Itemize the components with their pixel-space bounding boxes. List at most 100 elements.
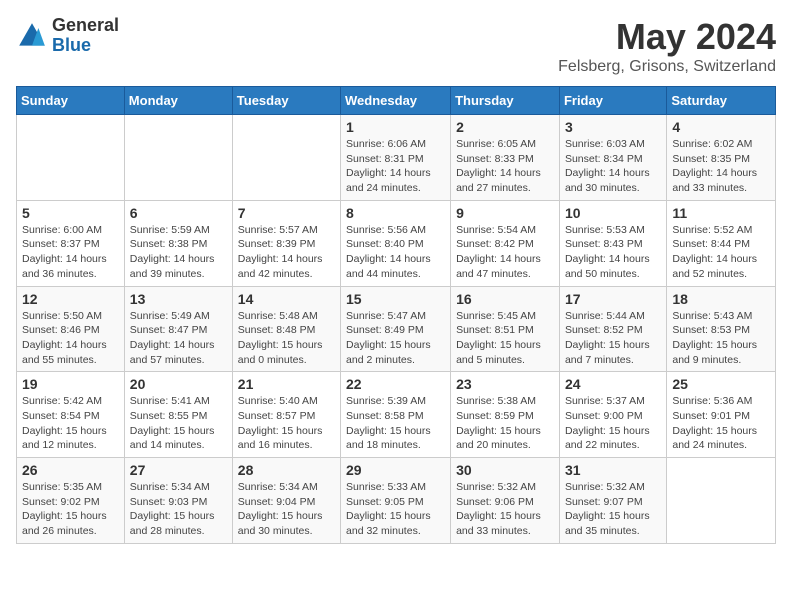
day-number: 28: [238, 462, 335, 478]
day-header-wednesday: Wednesday: [341, 87, 451, 115]
day-info: Sunrise: 5:53 AMSunset: 8:43 PMDaylight:…: [565, 223, 661, 282]
day-info: Sunrise: 5:50 AMSunset: 8:46 PMDaylight:…: [22, 309, 119, 368]
calendar-cell: 24 Sunrise: 5:37 AMSunset: 9:00 PMDayligh…: [559, 372, 666, 458]
day-info: Sunrise: 5:42 AMSunset: 8:54 PMDaylight:…: [22, 394, 119, 453]
calendar-cell: 18Sunrise: 5:43 AMSunset: 8:53 PMDayligh…: [667, 286, 776, 372]
day-header-thursday: Thursday: [451, 87, 560, 115]
day-number: 24: [565, 376, 661, 392]
day-info: Sunrise: 5:39 AMSunset: 8:58 PMDaylight:…: [346, 394, 445, 453]
month-title: May 2024: [558, 16, 776, 58]
day-number: 15: [346, 291, 445, 307]
calendar-cell: 25 Sunrise: 5:36 AMSunset: 9:01 PMDayligh…: [667, 372, 776, 458]
day-info: Sunrise: 5:44 AMSunset: 8:52 PMDaylight:…: [565, 309, 661, 368]
calendar-cell: 7 Sunrise: 5:57 AMSunset: 8:39 PMDaylight…: [232, 200, 340, 286]
day-number: 19: [22, 376, 119, 392]
day-number: 11: [672, 205, 770, 221]
calendar-week-5: 26 Sunrise: 5:35 AMSunset: 9:02 PMDayligh…: [17, 458, 776, 544]
day-number: 23: [456, 376, 554, 392]
calendar-table: SundayMondayTuesdayWednesdayThursdayFrid…: [16, 86, 776, 544]
calendar-cell: 15 Sunrise: 5:47 AMSunset: 8:49 PMDayligh…: [341, 286, 451, 372]
calendar-week-4: 19 Sunrise: 5:42 AMSunset: 8:54 PMDayligh…: [17, 372, 776, 458]
day-number: 21: [238, 376, 335, 392]
day-info: Sunrise: 6:05 AMSunset: 8:33 PMDaylight:…: [456, 137, 554, 196]
day-number: 13: [130, 291, 227, 307]
calendar-week-1: 1Sunrise: 6:06 AMSunset: 8:31 PMDaylight…: [17, 115, 776, 201]
day-number: 18: [672, 291, 770, 307]
day-number: 22: [346, 376, 445, 392]
day-info: Sunrise: 5:52 AMSunset: 8:44 PMDaylight:…: [672, 223, 770, 282]
day-info: Sunrise: 5:33 AMSunset: 9:05 PMDaylight:…: [346, 480, 445, 539]
day-number: 29: [346, 462, 445, 478]
day-number: 9: [456, 205, 554, 221]
day-info: Sunrise: 5:40 AMSunset: 8:57 PMDaylight:…: [238, 394, 335, 453]
day-info: Sunrise: 5:54 AMSunset: 8:42 PMDaylight:…: [456, 223, 554, 282]
day-info: Sunrise: 5:59 AMSunset: 8:38 PMDaylight:…: [130, 223, 227, 282]
day-number: 12: [22, 291, 119, 307]
day-info: Sunrise: 5:32 AMSunset: 9:07 PMDaylight:…: [565, 480, 661, 539]
day-info: Sunrise: 5:56 AMSunset: 8:40 PMDaylight:…: [346, 223, 445, 282]
day-number: 4: [672, 119, 770, 135]
calendar-cell: 22 Sunrise: 5:39 AMSunset: 8:58 PMDayligh…: [341, 372, 451, 458]
day-header-sunday: Sunday: [17, 87, 125, 115]
logo-general: General: [52, 16, 119, 36]
day-header-friday: Friday: [559, 87, 666, 115]
day-info: Sunrise: 5:48 AMSunset: 8:48 PMDaylight:…: [238, 309, 335, 368]
day-info: Sunrise: 6:00 AMSunset: 8:37 PMDaylight:…: [22, 223, 119, 282]
calendar-cell: [17, 115, 125, 201]
day-number: 30: [456, 462, 554, 478]
logo-blue: Blue: [52, 36, 119, 56]
day-info: Sunrise: 5:37 AMSunset: 9:00 PMDaylight:…: [565, 394, 661, 453]
day-info: Sunrise: 5:36 AMSunset: 9:01 PMDaylight:…: [672, 394, 770, 453]
day-info: Sunrise: 5:34 AMSunset: 9:04 PMDaylight:…: [238, 480, 335, 539]
day-number: 27: [130, 462, 227, 478]
calendar-cell: 13 Sunrise: 5:49 AMSunset: 8:47 PMDayligh…: [124, 286, 232, 372]
day-number: 14: [238, 291, 335, 307]
calendar-cell: 26 Sunrise: 5:35 AMSunset: 9:02 PMDayligh…: [17, 458, 125, 544]
calendar-cell: 10 Sunrise: 5:53 AMSunset: 8:43 PMDayligh…: [559, 200, 666, 286]
day-number: 16: [456, 291, 554, 307]
title-block: May 2024 Felsberg, Grisons, Switzerland: [558, 16, 776, 76]
calendar-cell: 16 Sunrise: 5:45 AMSunset: 8:51 PMDayligh…: [451, 286, 560, 372]
calendar-week-3: 12 Sunrise: 5:50 AMSunset: 8:46 PMDayligh…: [17, 286, 776, 372]
day-number: 8: [346, 205, 445, 221]
calendar-cell: 30 Sunrise: 5:32 AMSunset: 9:06 PMDayligh…: [451, 458, 560, 544]
day-info: Sunrise: 5:35 AMSunset: 9:02 PMDaylight:…: [22, 480, 119, 539]
day-info: Sunrise: 5:34 AMSunset: 9:03 PMDaylight:…: [130, 480, 227, 539]
calendar-cell: 31Sunrise: 5:32 AMSunset: 9:07 PMDayligh…: [559, 458, 666, 544]
day-number: 25: [672, 376, 770, 392]
day-info: Sunrise: 5:49 AMSunset: 8:47 PMDaylight:…: [130, 309, 227, 368]
days-header-row: SundayMondayTuesdayWednesdayThursdayFrid…: [17, 87, 776, 115]
day-number: 3: [565, 119, 661, 135]
day-number: 10: [565, 205, 661, 221]
calendar-cell: 6 Sunrise: 5:59 AMSunset: 8:38 PMDaylight…: [124, 200, 232, 286]
calendar-cell: 28 Sunrise: 5:34 AMSunset: 9:04 PMDayligh…: [232, 458, 340, 544]
calendar-cell: 1Sunrise: 6:06 AMSunset: 8:31 PMDaylight…: [341, 115, 451, 201]
logo-icon: [16, 20, 48, 52]
calendar-cell: 12 Sunrise: 5:50 AMSunset: 8:46 PMDayligh…: [17, 286, 125, 372]
day-info: Sunrise: 6:02 AMSunset: 8:35 PMDaylight:…: [672, 137, 770, 196]
calendar-cell: [232, 115, 340, 201]
day-info: Sunrise: 5:57 AMSunset: 8:39 PMDaylight:…: [238, 223, 335, 282]
logo-text: General Blue: [52, 16, 119, 56]
day-number: 6: [130, 205, 227, 221]
day-number: 1: [346, 119, 445, 135]
calendar-cell: 5 Sunrise: 6:00 AMSunset: 8:37 PMDaylight…: [17, 200, 125, 286]
calendar-cell: 20 Sunrise: 5:41 AMSunset: 8:55 PMDayligh…: [124, 372, 232, 458]
day-number: 7: [238, 205, 335, 221]
day-number: 26: [22, 462, 119, 478]
calendar-cell: 9 Sunrise: 5:54 AMSunset: 8:42 PMDaylight…: [451, 200, 560, 286]
calendar-cell: 19 Sunrise: 5:42 AMSunset: 8:54 PMDayligh…: [17, 372, 125, 458]
day-number: 5: [22, 205, 119, 221]
day-number: 20: [130, 376, 227, 392]
day-info: Sunrise: 5:41 AMSunset: 8:55 PMDaylight:…: [130, 394, 227, 453]
day-info: Sunrise: 5:47 AMSunset: 8:49 PMDaylight:…: [346, 309, 445, 368]
calendar-cell: 2Sunrise: 6:05 AMSunset: 8:33 PMDaylight…: [451, 115, 560, 201]
page-header: General Blue May 2024 Felsberg, Grisons,…: [16, 16, 776, 76]
day-info: Sunrise: 5:38 AMSunset: 8:59 PMDaylight:…: [456, 394, 554, 453]
calendar-cell: 21 Sunrise: 5:40 AMSunset: 8:57 PMDayligh…: [232, 372, 340, 458]
calendar-cell: 4 Sunrise: 6:02 AMSunset: 8:35 PMDaylight…: [667, 115, 776, 201]
calendar-cell: 3Sunrise: 6:03 AMSunset: 8:34 PMDaylight…: [559, 115, 666, 201]
day-info: Sunrise: 5:45 AMSunset: 8:51 PMDaylight:…: [456, 309, 554, 368]
day-header-saturday: Saturday: [667, 87, 776, 115]
day-info: Sunrise: 5:32 AMSunset: 9:06 PMDaylight:…: [456, 480, 554, 539]
